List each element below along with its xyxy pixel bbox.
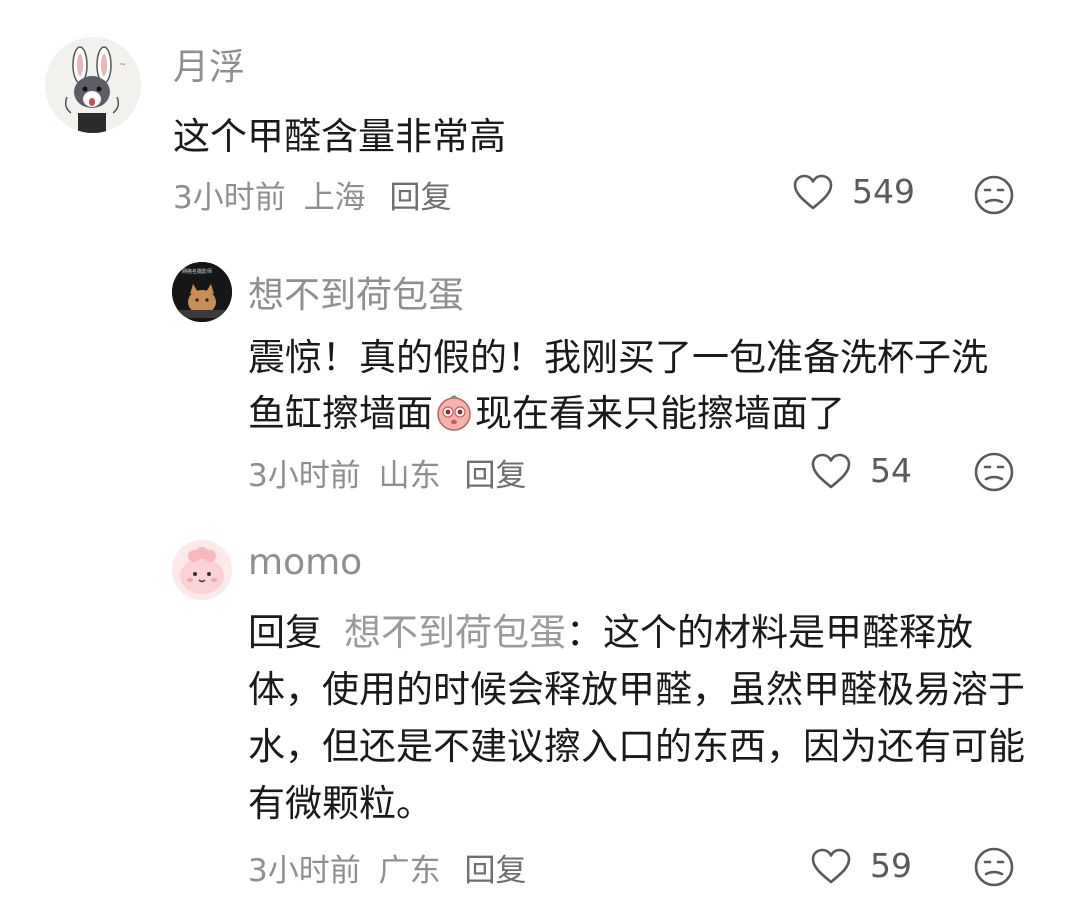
reply-target-username[interactable]: 想不到荷包蛋	[344, 611, 566, 654]
username[interactable]: 月浮	[173, 38, 245, 90]
reply-button[interactable]: 回复	[389, 180, 451, 216]
comment-meta: 3小时前 广东 回复	[248, 845, 526, 890]
comment-time: 3小时前	[248, 853, 361, 889]
like-button[interactable]: 59	[810, 846, 912, 885]
username[interactable]: 想不到荷包蛋	[248, 266, 464, 318]
unhappy-face-icon	[974, 452, 1014, 492]
comment-meta: 3小时前 上海 回复	[173, 172, 451, 217]
svg-text:~: ~	[119, 60, 127, 70]
avatar[interactable]: 网络名摄影师	[172, 262, 232, 322]
unhappy-face-icon	[974, 847, 1014, 887]
unhappy-face-icon	[974, 175, 1014, 215]
comment-location: 上海	[303, 180, 366, 216]
comment-text: 这个甲醛含量非常高	[173, 115, 506, 158]
like-button[interactable]: 549	[792, 172, 915, 211]
avatar[interactable]	[172, 540, 232, 600]
reply-prefix: 回复	[248, 611, 322, 654]
rabbit-avatar-icon: ~	[45, 37, 141, 133]
reply-button[interactable]: 回复	[464, 458, 526, 494]
comment-time: 3小时前	[173, 180, 286, 216]
avatar-caption: 网络名摄影师	[182, 269, 213, 275]
comment-time: 3小时前	[248, 458, 361, 494]
dislike-button[interactable]	[973, 846, 1015, 892]
comment-location: 山东	[378, 458, 441, 494]
heart-outline-icon	[793, 174, 833, 209]
dislike-button[interactable]	[973, 174, 1015, 220]
heart-outline-icon	[811, 848, 851, 883]
crying-face-emoji	[434, 392, 474, 432]
comment-text: 回复 想不到荷包蛋：这个的材料是甲醛释放体，使用的时候会释放甲醛，虽然甲醛极易溶于…	[248, 604, 1038, 832]
like-count: 549	[852, 172, 915, 211]
comment-text: 震惊！真的假的！我刚买了一包准备洗杯子洗鱼缸擦墙面 现在看来只能擦墙面了	[248, 330, 1013, 442]
username[interactable]: momo	[248, 542, 362, 583]
avatar[interactable]: ~	[45, 37, 141, 133]
like-count: 54	[870, 451, 912, 490]
like-count: 59	[870, 846, 912, 885]
pink-blob-avatar-icon	[172, 540, 232, 600]
dislike-button[interactable]	[973, 451, 1015, 497]
reply-button[interactable]: 回复	[464, 853, 526, 889]
heart-outline-icon	[811, 453, 851, 488]
comment-meta: 3小时前 山东 回复	[248, 450, 526, 495]
comment-text-part2: 现在看来只能擦墙面了	[475, 392, 845, 435]
like-button[interactable]: 54	[810, 451, 912, 490]
comment-location: 广东	[378, 853, 441, 889]
